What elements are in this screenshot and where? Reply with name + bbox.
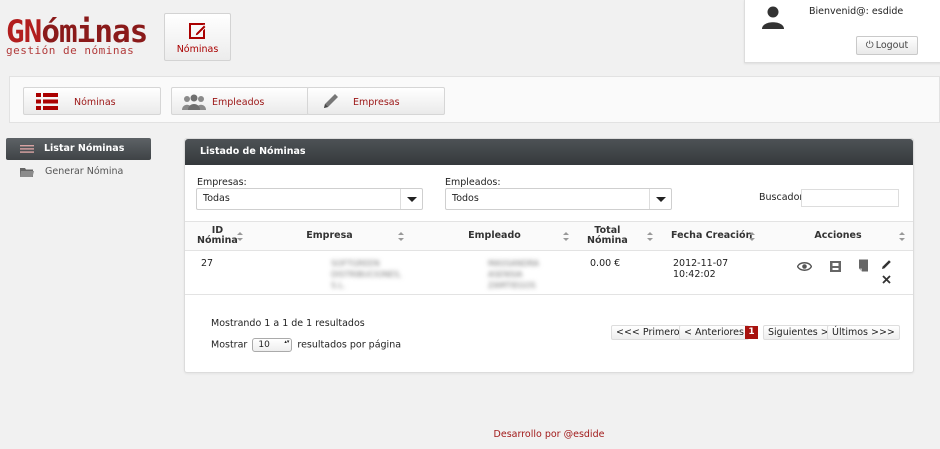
menu-nominas-button[interactable]: Nóminas [23,87,161,115]
sort-icon [563,232,569,242]
sort-icon [237,232,243,242]
search-label: Buscador [759,192,804,203]
edit-icon[interactable] [881,259,892,270]
empresas-filter-label: Empresas: [197,177,247,188]
pager-prev-button[interactable]: < Anteriores [679,325,749,340]
column-header-total[interactable]: Total Nómina [577,221,661,251]
sidebar-item-listar-nominas[interactable]: Listar Nóminas [6,138,151,160]
users-icon [182,94,206,110]
document-icon[interactable] [857,259,870,272]
logo-subtitle: gestión de nóminas [6,44,135,57]
pager-first-button[interactable]: <<< Primeros [611,325,690,340]
table-row: 27 SOFTGREEN DISTRIBUCIONES, S.L. MASSAN… [185,250,913,295]
nominas-table: ID Nómina Empresa Empleado Total Nómina … [185,221,913,295]
user-box: Bienvenid@: esdide ⏻ Logout [744,0,940,63]
cell-empresa: SOFTGREEN DISTRIBUCIONES, S.L. [247,250,412,295]
footer-credit[interactable]: Desarrollo por @esdide [0,429,940,440]
sort-icon [749,232,755,242]
cell-actions [763,250,913,295]
nominas-panel: Listado de Nóminas Empresas: Todas Emple… [184,138,914,373]
page-length: Mostrar 10 resultados por página [211,338,401,352]
column-header-fecha[interactable]: Fecha Creación [661,221,763,251]
page-length-select[interactable]: 10 [252,338,293,352]
search-input[interactable] [801,189,899,207]
pencil-icon [324,94,338,108]
power-icon: ⏻ [865,40,874,51]
cell-fecha: 2012-11-07 10:42:02 [661,250,763,295]
cell-id: 27 [185,250,247,295]
column-header-id[interactable]: ID Nómina [185,221,247,251]
sidebar-item-generar-nomina[interactable]: Generar Nómina [20,166,123,178]
list-icon [36,93,58,110]
empresas-select[interactable]: Todas [196,188,423,210]
sort-icon [899,232,905,242]
logout-button[interactable]: ⏻ Logout [856,36,918,55]
edit-icon [188,23,207,39]
logout-label: Logout [875,40,909,51]
menu-empresas-button[interactable]: Empresas [307,87,445,115]
app-logo: GNóminas gestión de nóminas [6,14,148,57]
menu-empresas-label: Empresas [353,97,400,108]
menu-empleados-button[interactable]: Empleados [171,87,309,115]
top-nav-nominas-button[interactable]: Nóminas [164,13,231,61]
page-length-suffix: resultados por página [297,339,402,351]
column-header-acciones[interactable]: Acciones [763,221,913,251]
menu-empleados-label: Empleados [212,97,265,108]
user-icon [762,6,784,29]
sort-icon [647,232,653,242]
page-length-prefix: Mostrar [211,339,248,351]
column-header-empleado[interactable]: Empleado [412,221,577,251]
sort-icon [398,232,404,242]
cell-total: 0.00 € [577,250,661,295]
empleados-select-value: Todos [452,193,479,204]
cell-empleado: MASSANDRA ASENSIA ZAMTIEGOS [412,250,577,295]
sidebar-item-label: Generar Nómina [45,166,124,177]
welcome-text: Bienvenid@: esdide [809,6,904,17]
pager-current-page[interactable]: 1 [745,326,758,339]
results-info: Mostrando 1 a 1 de 1 resultados [211,318,365,329]
empresas-select-value: Todas [203,193,230,204]
panel-title: Listado de Nóminas [185,139,913,165]
empleados-filter-label: Empleados: [445,177,501,188]
view-icon[interactable] [797,260,812,273]
top-nav-nominas-label: Nóminas [176,44,219,55]
sidebar-item-label: Listar Nóminas [44,143,125,154]
menu-nominas-label: Nóminas [74,97,116,108]
main-menu-bar: Nóminas Empleados Empresas [9,76,940,123]
folder-icon [20,168,34,177]
print-icon[interactable] [829,260,842,273]
empleados-select[interactable]: Todos [445,188,672,210]
pager-last-button[interactable]: Últimos >>> [827,325,900,340]
list-icon [20,145,34,153]
chevron-down-icon [400,189,422,209]
column-header-empresa[interactable]: Empresa [247,221,412,251]
chevron-down-icon [649,189,671,209]
delete-icon[interactable] [882,275,891,284]
pager-next-button[interactable]: Siguientes > [763,325,834,340]
